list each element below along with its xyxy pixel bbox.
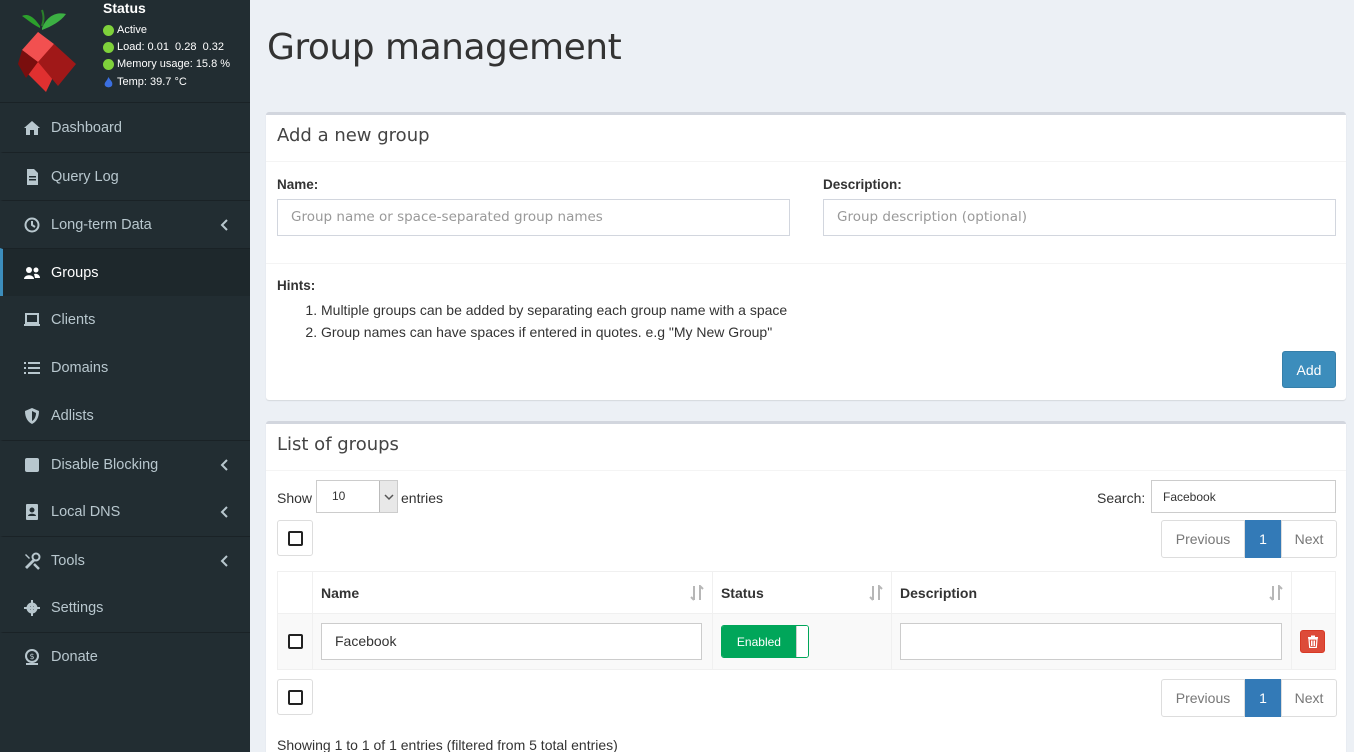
- previous-button[interactable]: Previous: [1161, 520, 1245, 558]
- show-label: Show: [277, 490, 313, 506]
- sidebar-item-domains[interactable]: Domains: [0, 344, 250, 392]
- green-dot-icon: [103, 58, 114, 70]
- group-list-box: List of groups Show 10 entries Search: F…: [266, 421, 1346, 752]
- add-group-box: Add a new group Name: Group name or spac…: [266, 112, 1346, 400]
- hint-item: Group names can have spaces if entered i…: [321, 321, 787, 343]
- chevron-left-icon: [220, 555, 228, 567]
- hints: Hints: Multiple groups can be added by s…: [277, 277, 787, 343]
- trash-icon: [1307, 635, 1318, 648]
- status-cell: Enabled: [711, 613, 893, 670]
- column-actions: [1291, 571, 1336, 614]
- sort-icon: [1269, 585, 1283, 601]
- sidebar-item-local-dns[interactable]: Local DNS: [0, 488, 250, 536]
- sidebar-menu: Dashboard Query Log Long-term Data Group…: [0, 104, 250, 680]
- table-header-row: Name Status Description: [277, 571, 1336, 614]
- chevron-left-icon: [220, 506, 228, 518]
- select-all-top[interactable]: [277, 520, 313, 556]
- search-input[interactable]: Facebook: [1151, 480, 1336, 513]
- sidebar-item-tools[interactable]: Tools: [0, 536, 250, 584]
- sidebar-item-donate[interactable]: $ Donate: [0, 632, 250, 680]
- group-name-input[interactable]: Group name or space-separated group name…: [277, 199, 790, 236]
- row-checkbox[interactable]: [288, 634, 303, 649]
- sidebar-item-groups[interactable]: Groups: [0, 248, 250, 296]
- previous-button[interactable]: Previous: [1161, 679, 1245, 717]
- fire-icon: [104, 76, 113, 87]
- row-description-input[interactable]: [900, 623, 1283, 660]
- green-dot-icon: [103, 41, 114, 53]
- chevron-left-icon: [220, 459, 228, 471]
- users-icon: [24, 266, 40, 279]
- status-title: Status: [103, 0, 146, 16]
- table-info: Showing 1 to 1 of 1 entries (filtered fr…: [277, 737, 618, 752]
- donate-icon: $: [25, 648, 39, 665]
- delete-button[interactable]: [1300, 630, 1325, 653]
- groups-table: Name Status Description Facebook Enabled: [277, 571, 1336, 670]
- hint-item: Multiple groups can be added by separati…: [321, 299, 787, 321]
- status-memory: Memory usage: 15.8 %: [103, 58, 230, 70]
- laptop-icon: [24, 313, 40, 326]
- svg-text:$: $: [29, 652, 34, 661]
- group-description-input[interactable]: Group description (optional): [823, 199, 1336, 236]
- pagination-bottom: Previous 1 Next: [1161, 679, 1337, 717]
- address-book-icon: [26, 504, 38, 520]
- row-select-cell: [277, 613, 313, 670]
- chevron-left-icon: [220, 219, 228, 231]
- add-group-header: Add a new group: [266, 115, 1346, 162]
- list-icon: [24, 362, 40, 374]
- sidebar-item-settings[interactable]: Settings: [0, 584, 250, 632]
- table-row: Facebook Enabled: [277, 613, 1336, 670]
- description-cell: [891, 613, 1292, 670]
- sidebar: Status Active Load: 0.01 0.28 0.32 Memor…: [0, 0, 250, 752]
- page-title: Group management: [267, 27, 622, 68]
- description-label: Description:: [823, 177, 902, 192]
- page-1-button[interactable]: 1: [1245, 520, 1281, 558]
- sidebar-item-long-term-data[interactable]: Long-term Data: [0, 200, 250, 248]
- sidebar-item-query-log[interactable]: Query Log: [0, 152, 250, 200]
- column-select: [277, 571, 313, 614]
- main-content: Group management Add a new group Name: G…: [250, 0, 1354, 752]
- chevron-down-icon[interactable]: [379, 481, 397, 512]
- shield-icon: [25, 408, 39, 424]
- status-load: Load: 0.01 0.28 0.32: [103, 41, 224, 53]
- sort-icon: [869, 585, 883, 601]
- name-cell: Facebook: [311, 613, 713, 670]
- sidebar-item-disable-blocking[interactable]: Disable Blocking: [0, 440, 250, 488]
- actions-cell: [1291, 613, 1336, 670]
- stop-icon: [25, 457, 39, 472]
- divider: [266, 263, 1346, 264]
- sidebar-item-dashboard[interactable]: Dashboard: [0, 104, 250, 152]
- history-icon: [24, 217, 40, 232]
- file-icon: [27, 168, 38, 185]
- search-label: Search:: [1097, 490, 1146, 506]
- sidebar-item-adlists[interactable]: Adlists: [0, 392, 250, 440]
- checkbox-icon: [287, 689, 303, 705]
- status-panel: Status Active Load: 0.01 0.28 0.32 Memor…: [0, 0, 250, 103]
- checkbox-icon: [287, 530, 303, 546]
- sidebar-item-clients[interactable]: Clients: [0, 296, 250, 344]
- entries-label: entries: [401, 490, 444, 506]
- column-name[interactable]: Name: [311, 571, 713, 614]
- gear-icon: [24, 600, 40, 616]
- page-1-button[interactable]: 1: [1245, 679, 1281, 717]
- green-dot-icon: [103, 24, 114, 36]
- status-toggle[interactable]: Enabled: [720, 625, 809, 658]
- group-list-header: List of groups: [266, 424, 1346, 471]
- add-button[interactable]: Add: [1282, 351, 1336, 388]
- tools-icon: [25, 552, 41, 570]
- status-active: Active: [103, 24, 147, 36]
- status-temp: Temp: 39.7 °C: [103, 76, 187, 88]
- name-label: Name:: [277, 177, 319, 192]
- entries-select[interactable]: 10: [316, 480, 398, 513]
- pagination-top: Previous 1 Next: [1161, 520, 1337, 558]
- sort-icon: [690, 585, 704, 601]
- next-button[interactable]: Next: [1281, 520, 1337, 558]
- toggle-knob: [795, 626, 808, 657]
- next-button[interactable]: Next: [1281, 679, 1337, 717]
- select-all-bottom[interactable]: [277, 679, 313, 715]
- column-status[interactable]: Status: [711, 571, 893, 614]
- row-name-input[interactable]: Facebook: [320, 623, 702, 660]
- pihole-logo: [18, 9, 76, 92]
- column-description[interactable]: Description: [891, 571, 1292, 614]
- home-icon: [24, 121, 40, 135]
